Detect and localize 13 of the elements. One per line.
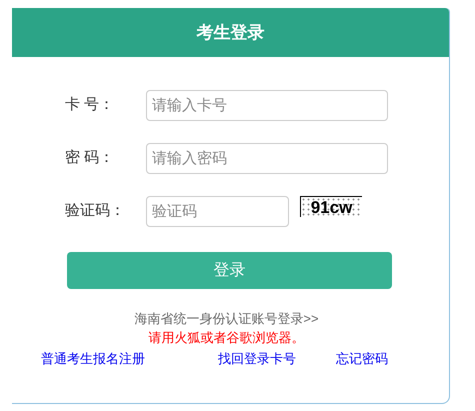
field-label: 密 码： xyxy=(64,148,116,168)
browser-notice: 请用火狐或者谷歌浏览器。 xyxy=(148,328,304,346)
input-field[interactable]: 请输入卡号 xyxy=(146,90,388,121)
field-label: 卡 号： xyxy=(64,95,116,116)
footer-link[interactable]: 忘记密码 xyxy=(336,348,388,368)
field-label: 验证码： xyxy=(64,201,126,222)
footer-link[interactable]: 找回登录卡号 xyxy=(218,348,296,368)
unified-login-link[interactable]: 海南省统一身份认证账号登录>> xyxy=(134,309,319,328)
header-title: 考生登录 xyxy=(196,22,264,44)
input-field[interactable]: 请输入密码 xyxy=(146,143,388,174)
input-field[interactable]: 验证码 xyxy=(146,196,289,227)
captcha-image[interactable]: 91cw xyxy=(300,196,362,217)
footer-link[interactable]: 普通考生报名注册 xyxy=(41,348,145,368)
